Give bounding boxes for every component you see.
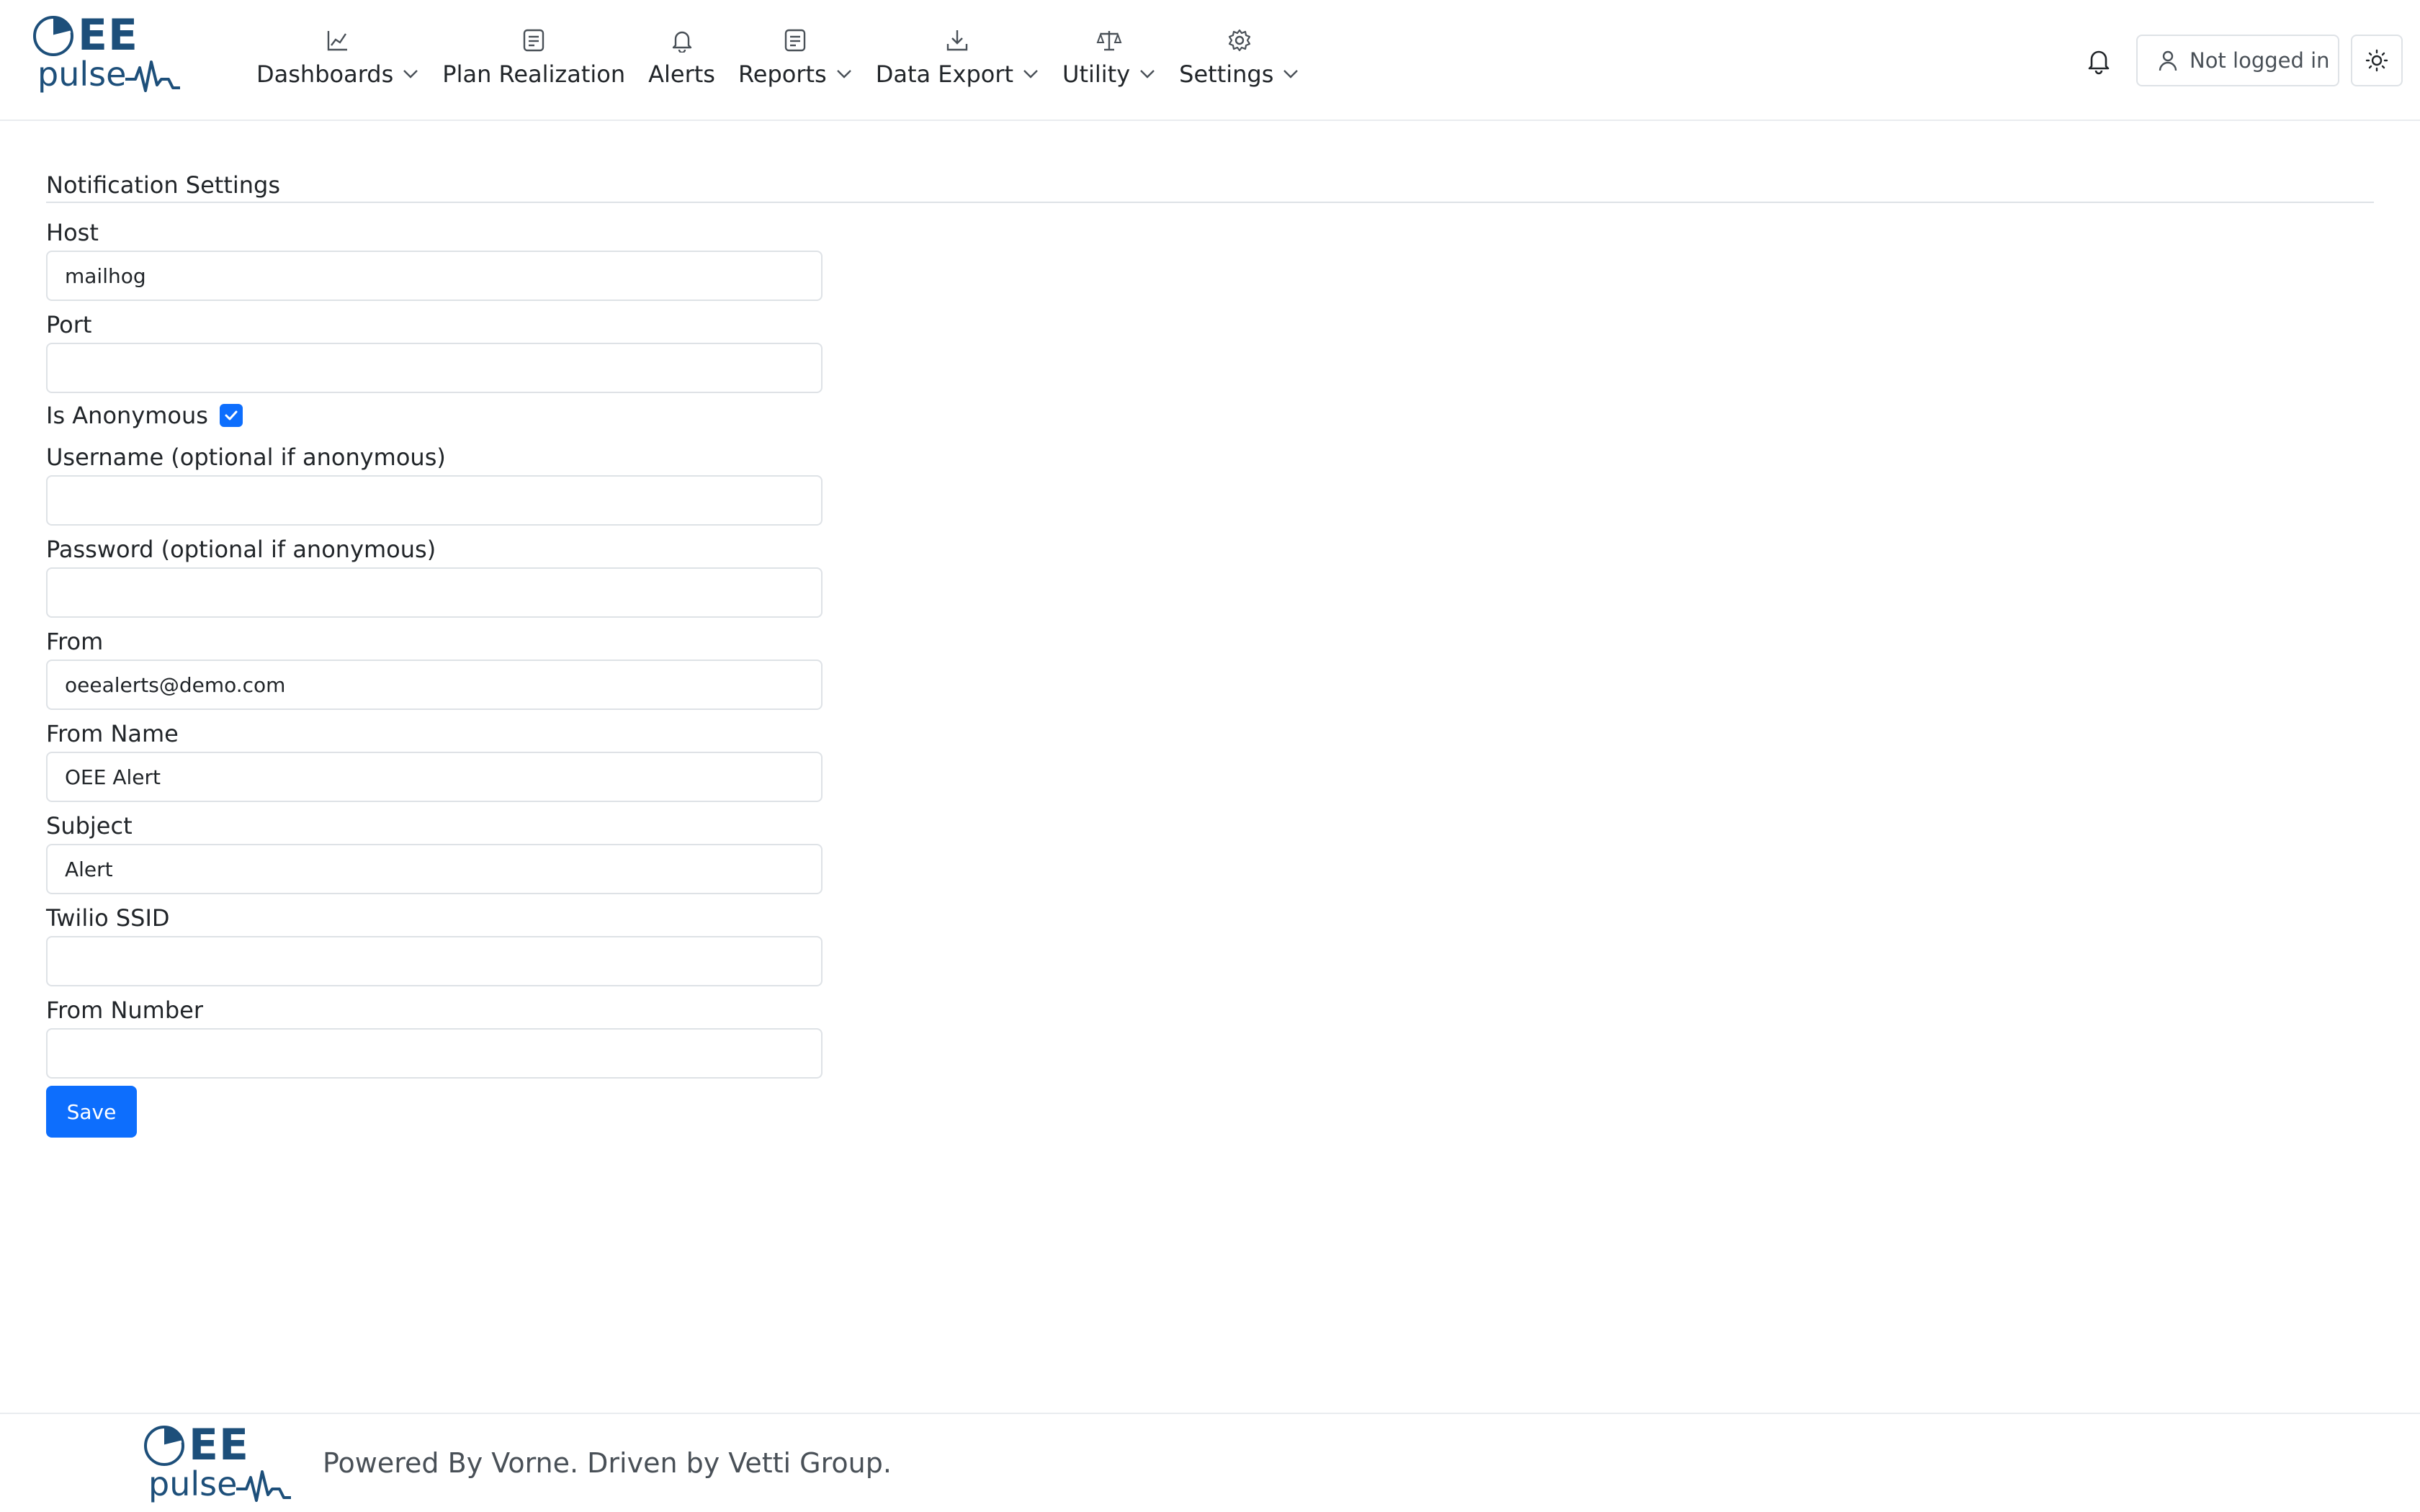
pie-chart-logo-icon [33,16,73,56]
port-input[interactable] [46,343,823,393]
user-icon [2159,50,2177,71]
nav-data-export-label: Data Export [875,60,1014,88]
nav-settings-label: Settings [1179,60,1274,88]
section-divider [46,202,2374,203]
heartbeat-icon [236,1470,291,1502]
from-input[interactable] [46,660,823,710]
footer-logo-ee-text: EE [189,1420,249,1470]
nav-plan-realization-label: Plan Realization [442,60,626,88]
nav-plan-realization[interactable]: Plan Realization [431,26,637,98]
nav-settings[interactable]: Settings [1168,26,1311,98]
balance-scale-icon [1095,26,1124,55]
from-name-input[interactable] [46,752,823,802]
chart-line-icon [323,26,352,55]
section-title: Notification Settings [46,171,281,199]
nav-reports-label: Reports [738,60,827,88]
document-icon [519,26,548,55]
nav-dashboards[interactable]: Dashboards [245,26,431,98]
theme-toggle-button[interactable] [2351,35,2403,86]
oee-pulse-logo[interactable]: EE pulse [29,10,180,95]
nav-utility-label: Utility [1062,60,1131,88]
nav-utility[interactable]: Utility [1051,26,1168,98]
main-nav: Dashboards Plan Realization Alerts Repor… [245,26,1311,98]
nav-data-export[interactable]: Data Export [864,26,1051,98]
document-icon [781,26,810,55]
bell-icon [668,26,696,55]
anonymous-checkbox[interactable] [219,404,243,427]
nav-reports[interactable]: Reports [727,26,864,98]
chevron-down-icon [836,70,851,78]
chevron-down-icon [1283,70,1299,78]
twilio-ssid-label: Twilio SSID [46,904,170,932]
logo-ee-text: EE [78,10,138,60]
footer-credits: Powered By Vorne. Driven by Vetti Group. [323,1447,892,1479]
notifications-bell-icon[interactable] [2084,46,2113,75]
save-button[interactable]: Save [46,1086,137,1138]
download-icon [943,26,972,55]
top-navbar: EE pulse Dashboards Plan Realization Ale… [0,0,2420,121]
pie-chart-logo-icon [144,1426,184,1466]
from-label: From [46,628,104,655]
anonymous-row: Is Anonymous [46,402,243,429]
logo-pulse-text: pulse [37,55,127,94]
subject-label: Subject [46,812,133,840]
footer-logo: EE pulse [140,1420,291,1505]
user-login-button[interactable]: Not logged in [2136,35,2339,86]
port-label: Port [46,311,92,338]
chevron-down-icon [1023,70,1038,78]
subject-input[interactable] [46,844,823,894]
user-status-label: Not logged in [2190,48,2330,73]
footer: EE pulse Powered By Vorne. Driven by Vet… [0,1413,2420,1512]
from-name-label: From Name [46,720,179,747]
twilio-ssid-input[interactable] [46,936,823,986]
gear-icon [1225,26,1254,55]
nav-alerts-label: Alerts [648,60,715,88]
chevron-down-icon [403,70,418,78]
heartbeat-icon [125,60,180,92]
checkmark-icon [225,410,238,420]
chevron-down-icon [1140,70,1155,78]
password-label: Password (optional if anonymous) [46,536,436,563]
from-number-label: From Number [46,996,203,1024]
host-input[interactable] [46,251,823,301]
footer-logo-pulse-text: pulse [148,1464,238,1503]
sun-icon [2365,49,2388,72]
username-input[interactable] [46,475,823,526]
anonymous-label: Is Anonymous [46,402,208,429]
password-input[interactable] [46,567,823,618]
from-number-input[interactable] [46,1028,823,1079]
username-label: Username (optional if anonymous) [46,444,446,471]
host-label: Host [46,219,99,246]
nav-alerts[interactable]: Alerts [637,26,727,98]
nav-dashboards-label: Dashboards [256,60,394,88]
